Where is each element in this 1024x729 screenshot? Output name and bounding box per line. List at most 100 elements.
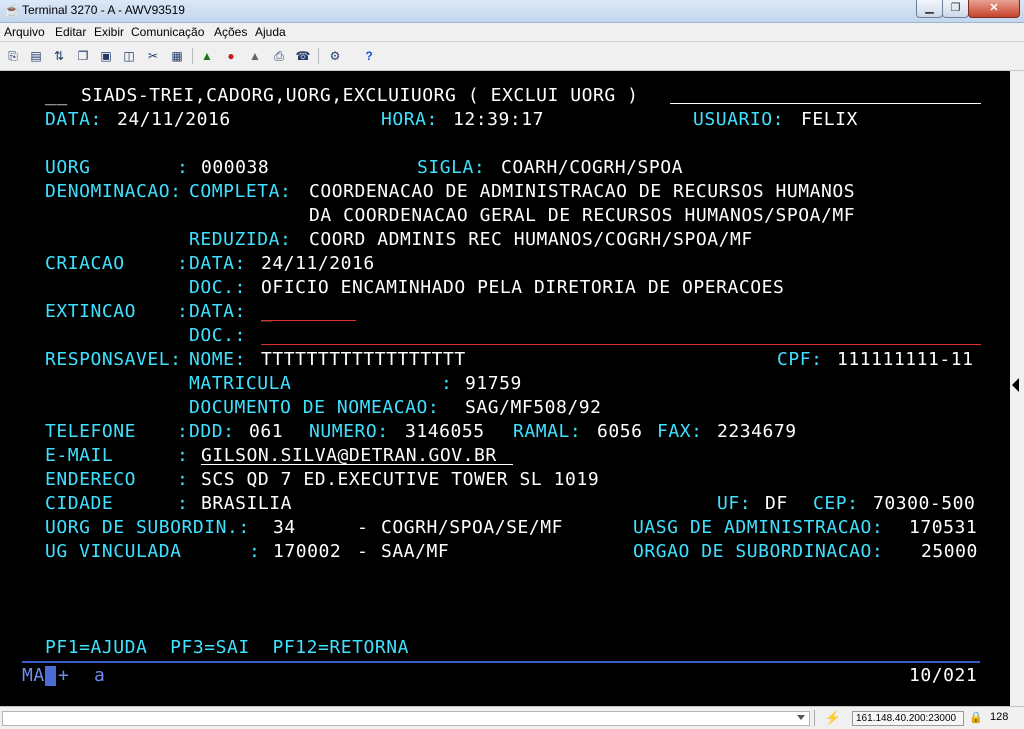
data-value: 24/11/2016 (117, 109, 231, 130)
email-label: E-MAIL (45, 445, 114, 466)
cidade-colon: : (177, 493, 189, 514)
print-icon[interactable]: ⎙ (270, 47, 288, 65)
menu-ajuda[interactable]: Ajuda (255, 25, 286, 39)
menu-editar[interactable]: Editar (55, 25, 86, 39)
criacao-colon: : (177, 253, 189, 274)
copy-screen-icon[interactable]: ⎘ (4, 47, 22, 65)
completa-line1: COORDENACAO DE ADMINISTRACAO DE RECURSOS… (309, 181, 856, 202)
sigla-label: SIGLA: (417, 157, 486, 178)
email-underline (201, 464, 513, 465)
menu-arquivo[interactable]: Arquivo (4, 25, 45, 39)
extincao-data-underline (261, 320, 356, 321)
data-label: DATA: (45, 109, 102, 130)
hora-value: 12:39:17 (453, 109, 545, 130)
horizontal-scrollbar[interactable] (2, 711, 810, 726)
oia-cursor (45, 666, 56, 686)
menu-comunicacao[interactable]: Comunicação (131, 25, 204, 39)
paste-append-icon[interactable]: ▣ (97, 47, 115, 65)
macro-icon[interactable]: ◫ (120, 47, 138, 65)
oia-indicator: a (94, 665, 106, 686)
ramal-value: 6056 (597, 421, 643, 442)
close-button[interactable]: ✕ (968, 0, 1020, 18)
configure-icon[interactable]: ⚙ (326, 47, 344, 65)
matricula-value: 91759 (465, 373, 522, 394)
subordin-label: UORG DE SUBORDIN.: (45, 517, 250, 538)
terminal-screen[interactable]: __ SIADS-TREI,CADORG,UORG,EXCLUIUORG ( E… (0, 71, 1010, 706)
cep-value: 70300-500 (873, 493, 976, 514)
cep-label: CEP: (813, 493, 859, 514)
ddd-label: DDD: (189, 421, 235, 442)
panel-expand-arrow-icon[interactable] (1012, 378, 1019, 392)
usuario-value: FELIX (801, 109, 858, 130)
matricula-label: MATRICULA (189, 373, 292, 394)
toolbar: ⎘ ▤ ⇅ ❐ ▣ ◫ ✂ ▦ ▲ ● ▲ ⎙ ☎ ⚙ ? (0, 42, 1024, 71)
numero-value: 3146055 (405, 421, 485, 442)
status-host: 161.148.40.200:23000 (852, 711, 964, 726)
subordin-dash: - (357, 517, 369, 538)
uasg-value: 170531 (909, 517, 978, 538)
numero-label: NUMERO: (309, 421, 389, 442)
fax-value: 2234679 (717, 421, 797, 442)
nomeacao-label: DOCUMENTO DE NOMEACAO: (189, 397, 440, 418)
keypad-icon[interactable]: ▦ (168, 47, 186, 65)
copy-icon[interactable]: ❐ (74, 47, 92, 65)
extincao-doc-field[interactable] (261, 344, 981, 345)
paste-icon[interactable]: ▤ (27, 47, 45, 65)
nomeacao-value: SAG/MF508/92 (465, 397, 602, 418)
minimize-button[interactable]: ▁ (916, 0, 943, 18)
reduzida-value: COORD ADMINIS REC HUMANOS/COGRH/SPOA/MF (309, 229, 753, 250)
criacao-doc-value: OFICIO ENCAMINHADO PELA DIRETORIA DE OPE… (261, 277, 785, 298)
endereco-value: SCS QD 7 ED.EXECUTIVE TOWER SL 1019 (201, 469, 600, 490)
transfer-icon[interactable]: ⇅ (50, 47, 68, 65)
menu-acoes[interactable]: Ações (214, 25, 247, 39)
maximize-button[interactable]: ❐ (942, 0, 969, 18)
help-icon[interactable]: ? (360, 47, 378, 65)
record-start-icon[interactable]: ▲ (198, 47, 216, 65)
orgao-label: ORGAO DE SUBORDINACAO: (633, 541, 884, 562)
session-icon[interactable]: ☎ (294, 47, 312, 65)
endereco-label: ENDERECO (45, 469, 137, 490)
subordin-sigla: COGRH/SPOA/SE/MF (381, 517, 564, 538)
title-bar: ☕ Terminal 3270 - A - AWV93519 ▁ ❐ ✕ (0, 0, 1024, 23)
cidade-label: CIDADE (45, 493, 114, 514)
nome-label: NOME: (189, 349, 246, 370)
scroll-down-arrow-icon[interactable] (797, 715, 805, 720)
criacao-data-label: DATA: (189, 253, 246, 274)
sigla-value: COARH/COGRH/SPOA (501, 157, 684, 178)
criacao-label: CRIACAO (45, 253, 125, 274)
ug-value: 170002 (273, 541, 342, 562)
orgao-value: 25000 (921, 541, 978, 562)
matricula-colon: : (441, 373, 453, 394)
play-icon[interactable]: ▲ (246, 47, 264, 65)
reduzida-label: REDUZIDA: (189, 229, 292, 250)
uorg-colon: : (177, 157, 189, 178)
email-colon: : (177, 445, 189, 466)
macro-edit-icon[interactable]: ✂ (144, 47, 162, 65)
oia-cursor-position: 10/021 (909, 665, 978, 686)
java-app-icon: ☕ (4, 3, 21, 18)
ramal-label: RAMAL: (513, 421, 582, 442)
extincao-label: EXTINCAO (45, 301, 137, 322)
record-stop-icon[interactable]: ● (222, 47, 240, 65)
nome-value: TTTTTTTTTTTTTTTTTT (261, 349, 466, 370)
command-prompt[interactable]: __ (45, 85, 68, 107)
extincao-colon: : (177, 301, 189, 322)
uorg-value: 000038 (201, 157, 270, 178)
uf-value: DF (765, 493, 788, 514)
oia-separator (22, 661, 980, 663)
telefone-colon: : (177, 421, 189, 442)
criacao-data-value: 24/11/2016 (261, 253, 375, 274)
denominacao-label: DENOMINACAO: (45, 181, 182, 202)
toolbar-separator (192, 48, 193, 64)
fax-label: FAX: (657, 421, 703, 442)
menu-exibir[interactable]: Exibir (94, 25, 124, 39)
usuario-label: USUARIO: (693, 109, 785, 130)
status-count: 128 (990, 711, 1009, 723)
ug-dash: - (357, 541, 369, 562)
command-text: SIADS-TREI,CADORG,UORG,EXCLUIUORG ( EXCL… (81, 85, 639, 106)
uasg-label: UASG DE ADMINISTRACAO: (633, 517, 884, 538)
completa-label: COMPLETA: (189, 181, 292, 202)
oia-mode: MA (22, 665, 45, 686)
command-field-underline (670, 103, 981, 104)
ug-sigla: SAA/MF (381, 541, 450, 562)
